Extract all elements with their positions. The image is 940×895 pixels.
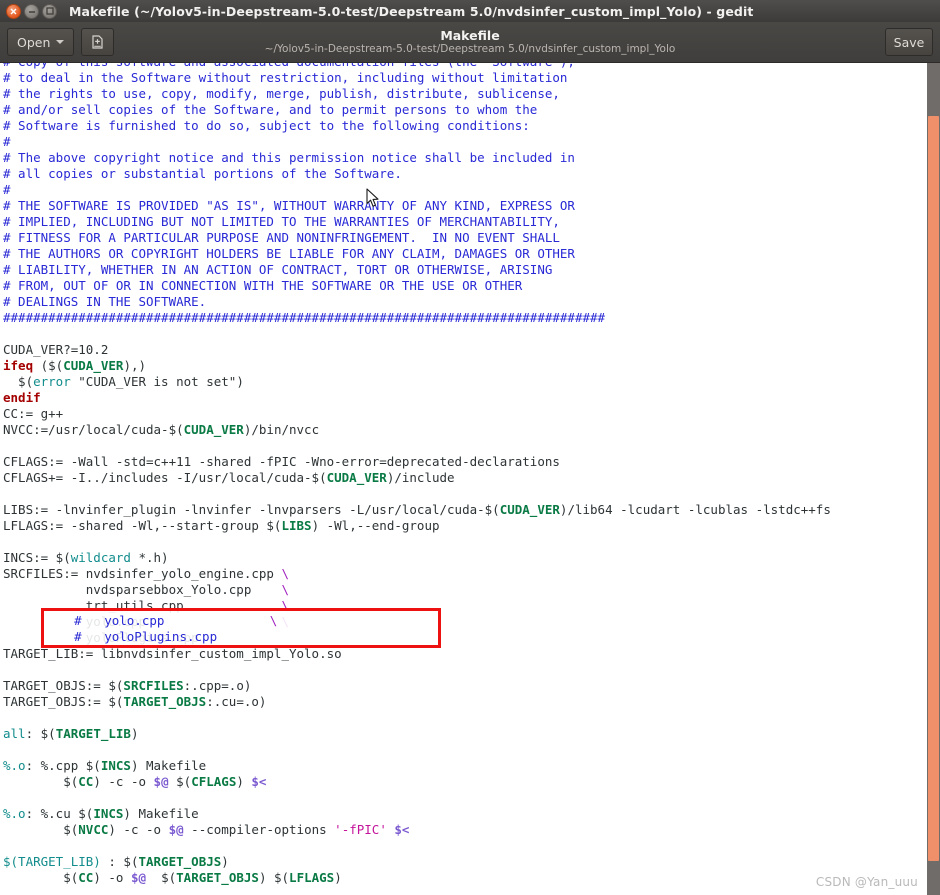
save-button[interactable]: Save [885,28,933,56]
maximize-glyph [45,7,54,15]
minimize-icon[interactable] [24,3,39,19]
save-button-label: Save [893,34,925,50]
vertical-scrollbar-track[interactable] [927,63,940,895]
new-document-icon [92,35,103,49]
text-editor-area[interactable]: # Copy of this software and associated d… [0,63,940,895]
open-button-label: Open [17,34,51,50]
maximize-icon[interactable] [42,3,57,19]
annotation-commented-lines: # yolo.cpp \ # yoloPlugins.cpp [44,613,278,644]
window-title: Makefile (~/Yolov5-in-Deepstream-5.0-tes… [69,3,754,19]
editor-toolbar: Open Makefile ~/Yolov5-in-Deepstream-5.0… [0,22,940,63]
chevron-down-icon [56,40,65,44]
open-button[interactable]: Open [7,28,75,56]
makefile-source[interactable]: # Copy of this software and associated d… [0,63,831,886]
vertical-scrollbar-thumb[interactable] [928,116,939,861]
document-path: ~/Yolov5-in-Deepstream-5.0-test/Deepstre… [264,43,676,55]
close-icon[interactable] [6,3,21,19]
window-titlebar: Makefile (~/Yolov5-in-Deepstream-5.0-tes… [0,0,940,22]
close-glyph [10,8,17,14]
watermark: CSDN @Yan_uuu [815,875,918,889]
new-document-button[interactable] [81,28,115,56]
document-title: Makefile [440,28,500,43]
minimize-glyph [28,10,35,13]
document-title-block: Makefile ~/Yolov5-in-Deepstream-5.0-test… [0,28,940,56]
